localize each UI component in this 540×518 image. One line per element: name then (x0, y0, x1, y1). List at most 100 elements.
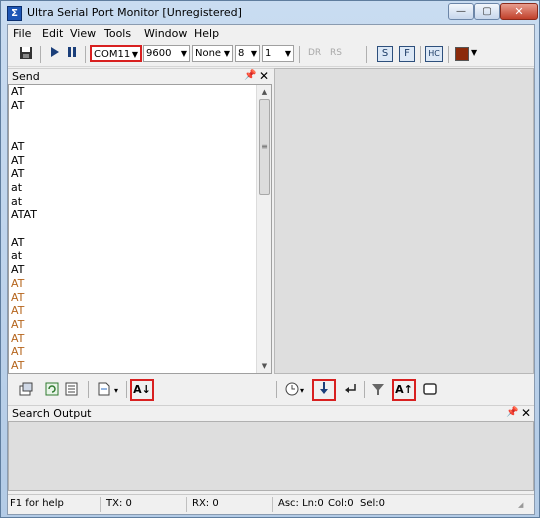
menu-bar: File Edit View Tools Window Help (8, 25, 534, 43)
status-separator (272, 497, 273, 512)
menu-file[interactable]: File (13, 27, 31, 40)
chevron-down-icon[interactable]: ▾ (300, 386, 304, 395)
status-col: Col:0 (328, 498, 354, 509)
pin-icon[interactable]: 📌 (506, 407, 518, 418)
file-icon[interactable] (96, 382, 112, 398)
close-icon[interactable]: ✕ (521, 406, 531, 420)
send-mode-f-icon[interactable]: F (399, 46, 415, 62)
toolbar-separator (126, 381, 127, 398)
properties-icon[interactable] (18, 382, 34, 398)
scroll-grip-icon: ≡ (261, 142, 268, 151)
toolbar-separator (299, 46, 300, 63)
status-sel: Sel:0 (360, 498, 386, 509)
scroll-up-arrow-icon[interactable]: ▲ (257, 85, 271, 99)
log-icon[interactable] (64, 382, 80, 398)
toolbar-separator (276, 381, 277, 398)
status-rx: RX: 0 (192, 498, 219, 509)
play-icon[interactable] (46, 46, 62, 62)
sort-down-icon[interactable]: A↓ (130, 379, 154, 401)
send-line: ATAT (11, 208, 37, 222)
save-icon[interactable] (18, 46, 34, 62)
port-select[interactable]: COM11 ▼ (90, 45, 142, 62)
toolbar-separator (85, 46, 86, 63)
parity-value: None (195, 48, 222, 59)
status-separator (100, 497, 101, 512)
enter-icon[interactable] (343, 382, 359, 398)
toolbar-separator (366, 46, 367, 63)
send-panel-title: Send (12, 70, 40, 83)
title-bar[interactable]: Σ Ultra Serial Port Monitor [Unregistere… (2, 2, 538, 24)
scroll-thumb[interactable]: ≡ (259, 99, 270, 195)
baud-value: 9600 (146, 48, 172, 59)
maximize-button[interactable]: ▢ (474, 3, 500, 20)
status-separator (186, 497, 187, 512)
refresh-icon[interactable] (44, 382, 60, 398)
status-help: F1 for help (10, 498, 64, 509)
close-icon[interactable]: ✕ (259, 69, 269, 83)
search-output-area[interactable] (8, 421, 534, 491)
toolbar-separator (88, 381, 89, 398)
minimize-button[interactable]: — (448, 3, 474, 20)
databits-select[interactable]: 8 ▼ (235, 45, 260, 62)
window-icon[interactable] (422, 382, 438, 398)
chevron-down-icon: ▼ (223, 49, 230, 58)
close-button[interactable]: ✕ (500, 3, 538, 20)
panel-toolbar: ▾ A↓ ▾ A↑ (8, 378, 534, 402)
rs-indicator: RS (330, 48, 342, 58)
toolbar-separator (420, 46, 421, 63)
parity-select[interactable]: None ▼ (192, 45, 233, 62)
send-line: AT (11, 276, 25, 290)
chevron-down-icon: ▼ (131, 50, 138, 59)
receive-pane[interactable] (274, 68, 534, 374)
menu-edit[interactable]: Edit (42, 27, 63, 40)
pin-icon[interactable]: 📌 (244, 70, 256, 81)
status-tx: TX: 0 (106, 498, 132, 509)
hex-ascii-icon[interactable]: HC (425, 46, 443, 62)
menu-window[interactable]: Window (144, 27, 187, 40)
chevron-down-icon[interactable]: ▾ (114, 386, 118, 395)
chevron-down-icon[interactable]: ▼ (471, 48, 477, 57)
menu-view[interactable]: View (70, 27, 96, 40)
databits-value: 8 (238, 48, 245, 59)
port-value: COM11 (94, 49, 131, 60)
app-window: Σ Ultra Serial Port Monitor [Unregistere… (0, 0, 540, 518)
sort-up-icon[interactable]: A↑ (392, 379, 416, 401)
toolbar-separator (448, 46, 449, 63)
dr-indicator: DR (308, 48, 322, 58)
send-line: AT (11, 317, 25, 331)
main-toolbar: COM11 ▼ 9600 ▼ None ▼ 8 ▼ 1 ▼ DR RS S F … (8, 43, 534, 67)
app-icon: Σ (7, 6, 22, 21)
send-line: AT (11, 85, 25, 98)
send-mode-s-icon[interactable]: S (377, 46, 393, 62)
color-icon[interactable] (455, 47, 469, 61)
pause-icon[interactable] (64, 46, 80, 62)
send-line: AT (11, 263, 25, 277)
client-area: File Edit View Tools Window Help COM11 ▼ (7, 24, 535, 515)
search-output-title: Search Output (12, 407, 92, 420)
arrow-down-icon[interactable] (312, 379, 336, 401)
send-text-area[interactable]: AT AT AT AT AT at at ATAT AT at AT AT AT AT AT AT AT AT ▲… (8, 84, 272, 374)
toolbar-separator (40, 46, 41, 63)
chevron-down-icon: ▼ (284, 49, 291, 58)
send-line: at (11, 249, 23, 263)
chevron-down-icon: ▼ (250, 49, 257, 58)
send-line: AT (11, 235, 25, 249)
baud-select[interactable]: 9600 ▼ (143, 45, 190, 62)
stopbits-select[interactable]: 1 ▼ (262, 45, 294, 62)
send-line: AT (11, 345, 25, 359)
menu-help[interactable]: Help (194, 27, 219, 40)
send-line: AT (11, 139, 25, 153)
filter-icon[interactable] (370, 382, 386, 398)
scroll-down-arrow-icon[interactable]: ▼ (257, 359, 271, 373)
chevron-down-icon: ▼ (180, 49, 187, 58)
status-bar: F1 for help TX: 0 RX: 0 Asc: Ln:0 Col:0 … (8, 494, 534, 514)
clock-icon[interactable] (284, 382, 300, 398)
toolbar-separator (364, 381, 365, 398)
send-line: AT (11, 304, 25, 318)
send-line: AT (11, 359, 25, 372)
menu-tools[interactable]: Tools (104, 27, 131, 40)
send-line: AT (11, 290, 25, 304)
vertical-scrollbar[interactable]: ▲ ≡ ▼ (256, 85, 271, 373)
resize-grip-icon[interactable]: ◢ (518, 501, 523, 509)
send-line: AT (11, 98, 25, 112)
